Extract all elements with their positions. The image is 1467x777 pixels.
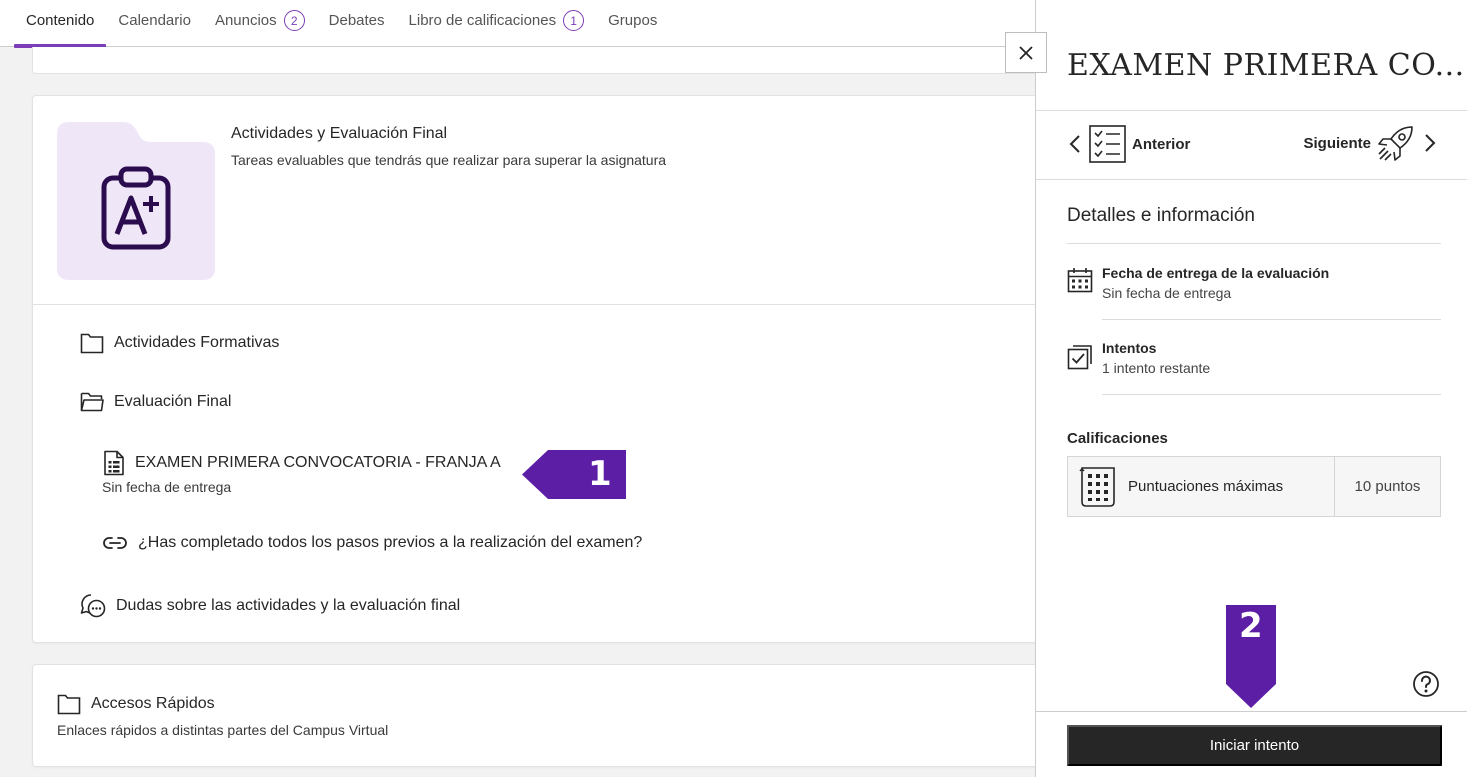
due-date-value: Sin fecha de entrega [1102,285,1232,301]
callout-number: 2 [1239,606,1263,646]
max-score-cell: Puntuaciones máximas [1068,457,1334,516]
previous-card-bottom [32,47,1042,74]
divider [1102,394,1441,395]
details-heading: Detalles e información [1067,205,1255,226]
folder-icon [80,333,104,354]
divider [1036,179,1467,180]
calendar-icon [1067,268,1093,293]
checklist-icon [1089,125,1126,163]
item-actividades-formativas[interactable]: Actividades Formativas [80,332,279,354]
discussion-icon [80,594,106,618]
score-grid-icon [1079,466,1115,507]
divider [1102,319,1441,320]
item-evaluacion-final[interactable]: Evaluación Final [80,391,231,413]
attempts-title: Intentos [1102,340,1157,356]
question-mark-icon [1413,671,1439,697]
folder-description: Tareas evaluables que tendrás que realiz… [231,152,667,168]
folder-tile[interactable] [57,122,215,280]
item-label: ¿Has completado todos los pasos previos … [138,534,643,551]
quick-access-card: Accesos Rápidos Enlaces rápidos a distin… [32,664,1042,767]
link-icon [103,537,127,549]
grades-heading: Calificaciones [1067,430,1168,447]
close-icon [1019,45,1033,60]
tab-libro-calificaciones[interactable]: Libro de calificaciones 1 [397,0,597,47]
previous-label: Anterior [1132,135,1191,153]
tab-contenido[interactable]: Contenido [14,0,107,48]
tab-grupos[interactable]: Grupos [596,0,669,47]
attempts-check-icon [1067,345,1092,370]
panel-title: EXAMEN PRIMERA CO... [1067,48,1465,83]
course-tabs: Contenido Calendario Anuncios 2 Debates L… [0,0,1035,48]
item-label: Accesos Rápidos [91,695,215,712]
calificaciones-count-badge: 1 [563,10,585,31]
next-label: Siguiente [1303,134,1371,152]
folder-open-icon [80,392,104,412]
grade-clipboard-icon [101,166,171,250]
start-attempt-button[interactable]: Iniciar intento [1067,725,1442,766]
max-score-label: Puntuaciones máximas [1128,478,1284,495]
callout-number: 1 [588,454,612,494]
step-callout-1: 1 [522,450,626,499]
quick-access-description: Enlaces rápidos a distintas partes del C… [57,722,389,738]
tab-anuncios[interactable]: Anuncios 2 [203,0,317,47]
folder-card: Actividades y Evaluación Final Tareas ev… [32,95,1042,643]
attempts-value: 1 intento restante [1102,360,1211,376]
document-icon [104,450,124,476]
due-date-row: Fecha de entrega de la evaluación Sin fe… [1067,265,1329,301]
chevron-right-icon [1425,134,1436,152]
folder-title[interactable]: Actividades y Evaluación Final [231,125,447,143]
item-examen[interactable]: EXAMEN PRIMERA CONVOCATORIA - FRANJA A [103,450,501,476]
max-score-value: 10 puntos [1334,457,1440,516]
divider [1036,711,1467,712]
divider [1036,110,1467,111]
previous-item-button[interactable]: Anterior [1068,124,1190,164]
step-callout-2: 2 [1226,605,1276,708]
divider [1067,243,1441,244]
attempts-row: Intentos 1 intento restante [1067,340,1210,376]
rocket-icon [1378,126,1413,161]
close-panel-button[interactable] [1005,32,1047,73]
quick-access-title[interactable]: Accesos Rápidos [57,693,215,715]
divider [33,304,1041,305]
item-label: Dudas sobre las actividades y la evaluac… [116,597,461,614]
item-label: Actividades Formativas [114,334,280,351]
max-score-box: Puntuaciones máximas 10 puntos [1067,456,1441,517]
tab-debates[interactable]: Debates [317,0,397,47]
help-button[interactable] [1412,670,1440,703]
item-label: EXAMEN PRIMERA CONVOCATORIA - FRANJA A [135,454,501,471]
item-dudas-foro[interactable]: Dudas sobre las actividades y la evaluac… [80,593,460,619]
item-label: Evaluación Final [114,393,232,410]
due-date-title: Fecha de entrega de la evaluación [1102,265,1330,281]
item-link-pasos-previos[interactable]: ¿Has completado todos los pasos previos … [102,534,642,552]
exam-due-text: Sin fecha de entrega [102,479,232,495]
anuncios-count-badge: 2 [283,10,305,31]
tab-calendario[interactable]: Calendario [106,0,203,47]
next-item-button[interactable]: Siguiente [1303,124,1437,162]
folder-icon [57,694,81,715]
chevron-left-icon [1069,135,1080,153]
